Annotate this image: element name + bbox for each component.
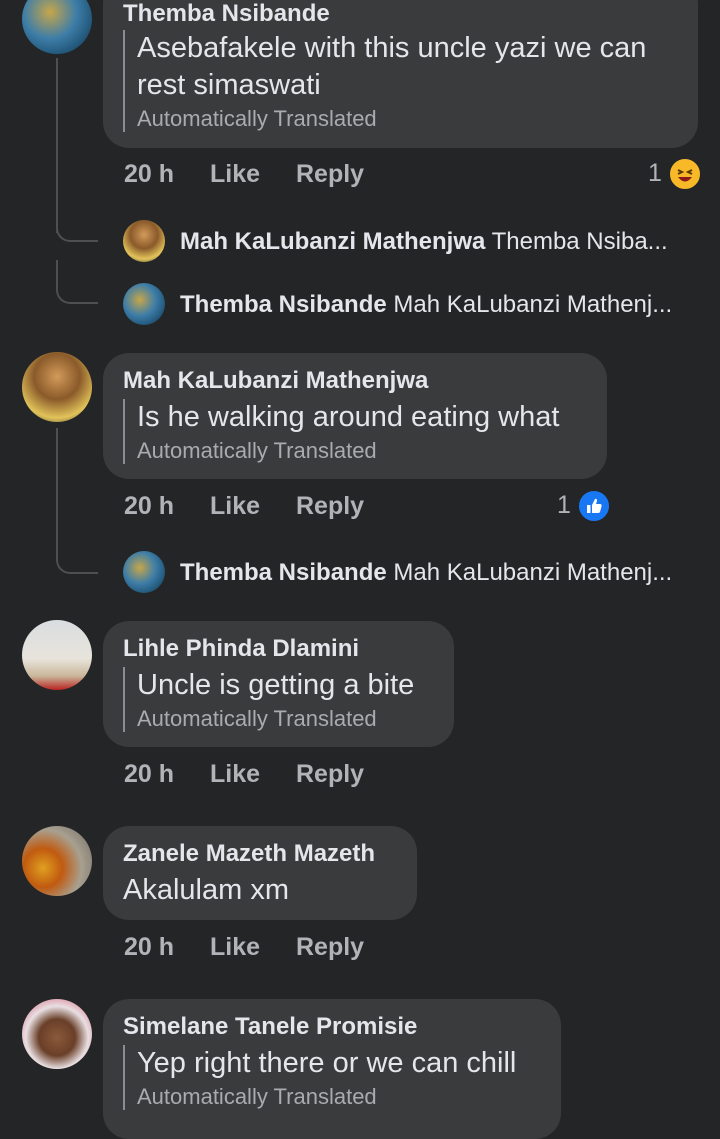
avatar[interactable]: [22, 999, 92, 1069]
like-button[interactable]: Like: [210, 760, 260, 789]
avatar[interactable]: [22, 352, 92, 422]
comment-actions: 20 h Like Reply: [124, 160, 704, 192]
comment-author[interactable]: Zanele Mazeth Mazeth: [123, 840, 375, 868]
reply-snippet: Themba Nsiba...: [491, 228, 668, 255]
comment-time[interactable]: 20 h: [124, 492, 174, 521]
comment-text: Akalulam xm: [123, 874, 289, 906]
comment-author[interactable]: Simelane Tanele Promisie: [123, 1013, 417, 1041]
reply-author: Themba Nsibande: [180, 291, 387, 318]
avatar[interactable]: [22, 826, 92, 896]
comment-bubble: Themba Nsibande Asebafakele with this un…: [103, 0, 698, 148]
translated-block: Uncle is getting a bite Automatically Tr…: [123, 667, 447, 732]
comment-author[interactable]: Themba Nsibande: [123, 0, 330, 28]
reaction-count: 1: [557, 491, 571, 519]
translation-label[interactable]: Automatically Translated: [137, 438, 597, 464]
haha-emoji-icon: [668, 157, 702, 191]
thread-connector: [56, 260, 98, 304]
reply-preview[interactable]: Themba Nsibande Mah KaLubanzi Mathenj...: [180, 559, 700, 587]
comment-time[interactable]: 20 h: [124, 760, 174, 789]
reply-preview[interactable]: Mah KaLubanzi Mathenjwa Themba Nsiba...: [180, 228, 700, 256]
comment-author[interactable]: Lihle Phinda Dlamini: [123, 635, 359, 663]
comment-bubble: Lihle Phinda Dlamini Uncle is getting a …: [103, 621, 454, 747]
comment-time[interactable]: 20 h: [124, 160, 174, 189]
translation-label[interactable]: Automatically Translated: [137, 1084, 557, 1110]
reply-button[interactable]: Reply: [296, 160, 364, 189]
like-button[interactable]: Like: [210, 492, 260, 521]
translated-block: Is he walking around eating what Automat…: [123, 399, 597, 464]
comment-actions: 20 h Like Reply: [124, 933, 524, 965]
reply-avatar[interactable]: [123, 283, 165, 325]
comment-text: Asebafakele with this uncle yazi we can …: [137, 32, 647, 101]
reply-snippet: Mah KaLubanzi Mathenj...: [393, 291, 673, 318]
avatar[interactable]: [22, 620, 92, 690]
reply-author: Themba Nsibande: [180, 559, 387, 586]
reply-author: Mah KaLubanzi Mathenjwa: [180, 228, 486, 255]
thread-connector: [56, 530, 98, 574]
reply-button[interactable]: Reply: [296, 492, 364, 521]
comment-text: Uncle is getting a bite: [137, 669, 415, 701]
like-button[interactable]: Like: [210, 933, 260, 962]
like-button[interactable]: Like: [210, 160, 260, 189]
reaction-count: 1: [648, 159, 662, 187]
comment-actions: 20 h Like Reply: [124, 760, 524, 792]
comment-bubble: Zanele Mazeth Mazeth Akalulam xm: [103, 826, 417, 920]
translation-label[interactable]: Automatically Translated: [137, 106, 677, 132]
reply-preview[interactable]: Themba Nsibande Mah KaLubanzi Mathenj...: [180, 291, 700, 319]
comment-actions: 20 h Like Reply: [124, 492, 604, 524]
translation-label[interactable]: Automatically Translated: [137, 706, 447, 732]
reply-avatar[interactable]: [123, 220, 165, 262]
avatar[interactable]: [22, 0, 92, 54]
translated-block: Yep right there or we can chill Automati…: [123, 1045, 557, 1110]
comment-bubble: Simelane Tanele Promisie Yep right there…: [103, 999, 561, 1139]
comment-text: Is he walking around eating what: [137, 401, 560, 433]
comment-time[interactable]: 20 h: [124, 933, 174, 962]
translated-block: Asebafakele with this uncle yazi we can …: [123, 30, 677, 132]
reply-button[interactable]: Reply: [296, 760, 364, 789]
comment-author[interactable]: Mah KaLubanzi Mathenjwa: [123, 367, 428, 395]
comment-bubble: Mah KaLubanzi Mathenjwa Is he walking ar…: [103, 353, 607, 479]
comment-text: Yep right there or we can chill: [137, 1047, 517, 1079]
thread-connector: [56, 200, 98, 242]
reply-avatar[interactable]: [123, 551, 165, 593]
reply-snippet: Mah KaLubanzi Mathenj...: [393, 559, 673, 586]
reply-button[interactable]: Reply: [296, 933, 364, 962]
like-thumb-icon: [577, 489, 611, 523]
